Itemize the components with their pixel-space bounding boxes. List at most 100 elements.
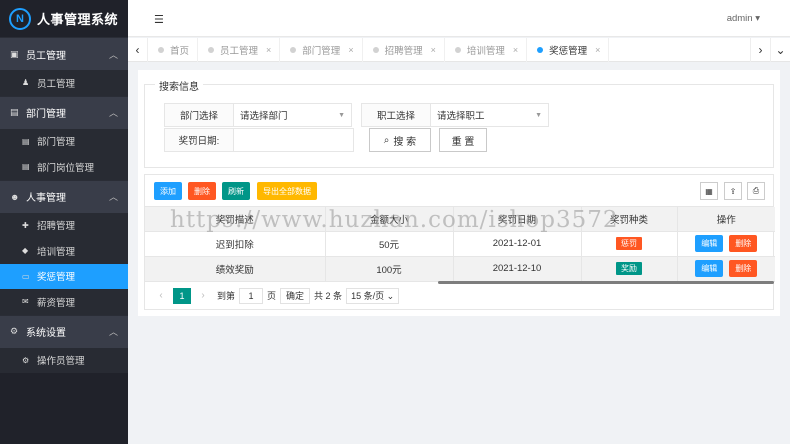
page-unit-label: 页 (267, 291, 277, 301)
status-badge: 惩罚 (616, 237, 642, 250)
card-icon: ▤ (22, 162, 30, 172)
sidebar-item-salary[interactable]: ✉ 薪资管理 (0, 289, 128, 315)
export-icon[interactable]: ⇪ (724, 182, 742, 200)
sidebar-item-label: 员工管理 (37, 78, 76, 90)
monitor-icon: ▭ (22, 271, 30, 281)
cell-desc: 迟到扣除 (145, 231, 326, 257)
delete-button[interactable]: 删除 (188, 182, 216, 200)
tab-label: 员工管理 (220, 45, 259, 57)
envelope-icon: ✉ (22, 297, 29, 307)
menu-toggle-icon[interactable]: ☰ (154, 13, 164, 26)
sidebar-item-employee[interactable]: ♟ 员工管理 (0, 70, 128, 96)
table-horizontal-scrollbar[interactable] (438, 281, 774, 284)
sidebar-item-label: 部门管理 (37, 137, 76, 149)
cell-date: 2021-12-10 (453, 256, 582, 282)
sidebar-group-department[interactable]: ▤ 部门管理 ︿ (0, 95, 128, 129)
tab-scroll-right-icon[interactable]: › (750, 37, 770, 62)
page-jump-input[interactable]: 1 (239, 287, 264, 304)
row-delete-button[interactable]: 删除 (729, 260, 758, 277)
emp-select[interactable]: 请选择职工 ▼ (431, 103, 549, 127)
tab-employee[interactable]: 员工管理 × (198, 37, 281, 62)
total-count: 共 2 条 (314, 291, 343, 301)
sidebar-item-reward-punish[interactable]: ▭ 奖惩管理 (0, 263, 128, 289)
sidebar-item-training[interactable]: ◆ 培训管理 (0, 238, 128, 264)
prev-page-icon[interactable]: ‹ (153, 290, 169, 301)
sidebar-group-label: 系统设置 (26, 328, 66, 339)
caret-down-icon: ▼ (535, 111, 542, 119)
tab-dot-icon (372, 46, 379, 53)
close-icon[interactable]: × (266, 45, 271, 55)
sidebar-group-personnel[interactable]: ☻ 人事管理 ︿ (0, 179, 128, 213)
close-icon[interactable]: × (513, 45, 518, 55)
print-icon[interactable]: ⎙ (747, 182, 765, 200)
date-input[interactable] (234, 128, 354, 152)
tab-department[interactable]: 部门管理 × (280, 37, 363, 62)
main-content: 搜索信息 部门选择 请选择部门 ▼ 职工选择 请选择职工 ▼ 奖罚日期: ⌕ 搜… (138, 70, 780, 316)
tab-dot-icon (290, 46, 297, 53)
sidebar-item-label: 招聘管理 (37, 221, 76, 233)
sidebar-item-operator[interactable]: ⚙ 操作员管理 (0, 347, 128, 373)
sidebar-group-settings[interactable]: ⚙ 系统设置 ︿ (0, 314, 128, 348)
sidebar-group-employee[interactable]: ▣ 员工管理 ︿ (0, 37, 128, 70)
sidebar-item-recruit[interactable]: ✚ 招聘管理 (0, 212, 128, 238)
tab-training[interactable]: 培训管理 × (445, 37, 528, 62)
user-plus-icon: ✚ (22, 220, 29, 230)
sidebar-item-label: 培训管理 (37, 246, 76, 258)
search-legend: 搜索信息 (155, 78, 203, 93)
edit-button[interactable]: 编辑 (695, 235, 724, 252)
table-toolbar: 添加 删除 刷新 导出全部数据 ▦ ⇪ ⎙ (145, 175, 773, 207)
refresh-button[interactable]: 刷新 (222, 182, 250, 200)
cell-kind: 奖励 (581, 256, 678, 282)
sidebar-item-department-post[interactable]: ▤ 部门岗位管理 (0, 154, 128, 180)
search-button[interactable]: ⌕ 搜 索 (369, 128, 431, 152)
cell-amount: 50元 (325, 231, 454, 257)
sidebar-group-label: 部门管理 (26, 109, 66, 120)
close-icon[interactable]: × (431, 45, 436, 55)
date-filter: 奖罚日期: (164, 128, 354, 152)
user-menu[interactable]: admin ▾ (727, 13, 760, 24)
chevron-up-icon: ︿ (108, 327, 118, 337)
row-delete-button[interactable]: 删除 (729, 235, 758, 252)
next-page-icon[interactable]: › (195, 290, 211, 301)
tab-recruit[interactable]: 招聘管理 × (363, 37, 445, 62)
search-panel: 搜索信息 部门选择 请选择部门 ▼ 职工选择 请选择职工 ▼ 奖罚日期: ⌕ 搜… (144, 78, 774, 168)
tab-bar: ‹ 首页 员工管理 × 部门管理 × 招聘管理 × 培训管理 × 奖惩管理 × … (128, 37, 790, 62)
tab-home[interactable]: 首页 (148, 37, 199, 62)
close-icon[interactable]: × (595, 45, 600, 55)
users-icon: ☻ (10, 191, 20, 202)
top-header: ☰ admin ▾ (128, 0, 790, 37)
search-button-label: 搜 索 (393, 136, 417, 148)
emp-select-value: 请选择职工 (437, 111, 485, 122)
table-row[interactable]: 绩效奖励 100元 2021-12-10 奖励 编辑 删除 (145, 256, 775, 282)
status-badge: 奖励 (616, 262, 642, 275)
tab-menu-chevron-down-icon[interactable]: ⌄ (770, 37, 790, 62)
logo-icon: N (9, 7, 31, 30)
export-button[interactable]: 导出全部数据 (257, 182, 317, 200)
tab-reward-punish[interactable]: 奖惩管理 × (527, 37, 610, 62)
cell-desc: 绩效奖励 (145, 256, 326, 282)
emp-filter: 职工选择 请选择职工 ▼ (361, 103, 549, 127)
tab-scroll-left-icon[interactable]: ‹ (128, 37, 148, 62)
current-page[interactable]: 1 (173, 287, 191, 304)
watermark: https://www.huzhan.com/ishop3572 (170, 207, 619, 233)
chevron-up-icon: ︿ (108, 192, 118, 202)
edit-button[interactable]: 编辑 (695, 260, 724, 277)
gears-icon: ⚙ (22, 355, 30, 365)
gears-icon: ⚙ (10, 326, 19, 336)
tab-list: 首页 员工管理 × 部门管理 × 招聘管理 × 培训管理 × 奖惩管理 × (148, 37, 750, 62)
tab-dot-icon (537, 46, 544, 53)
cell-actions: 编辑 删除 (677, 231, 775, 257)
columns-icon[interactable]: ▦ (700, 182, 718, 200)
chevron-up-icon: ︿ (108, 108, 118, 118)
close-icon[interactable]: × (348, 45, 353, 55)
dept-select[interactable]: 请选择部门 ▼ (234, 103, 352, 127)
tab-label: 招聘管理 (384, 45, 423, 57)
table-panel: 添加 删除 刷新 导出全部数据 ▦ ⇪ ⎙ 奖罚描述 金额大小 奖罚日期 奖罚种… (144, 174, 775, 310)
add-button[interactable]: 添加 (154, 182, 182, 200)
reset-button[interactable]: 重 置 (439, 128, 487, 152)
page-size-select[interactable]: 15 条/页 ⌄ (346, 287, 400, 304)
table-row[interactable]: 迟到扣除 50元 2021-12-01 惩罚 编辑 删除 (145, 231, 775, 257)
chevron-up-icon: ︿ (108, 49, 118, 60)
sidebar-item-department[interactable]: ▤ 部门管理 (0, 128, 128, 154)
confirm-button[interactable]: 确定 (280, 287, 311, 304)
